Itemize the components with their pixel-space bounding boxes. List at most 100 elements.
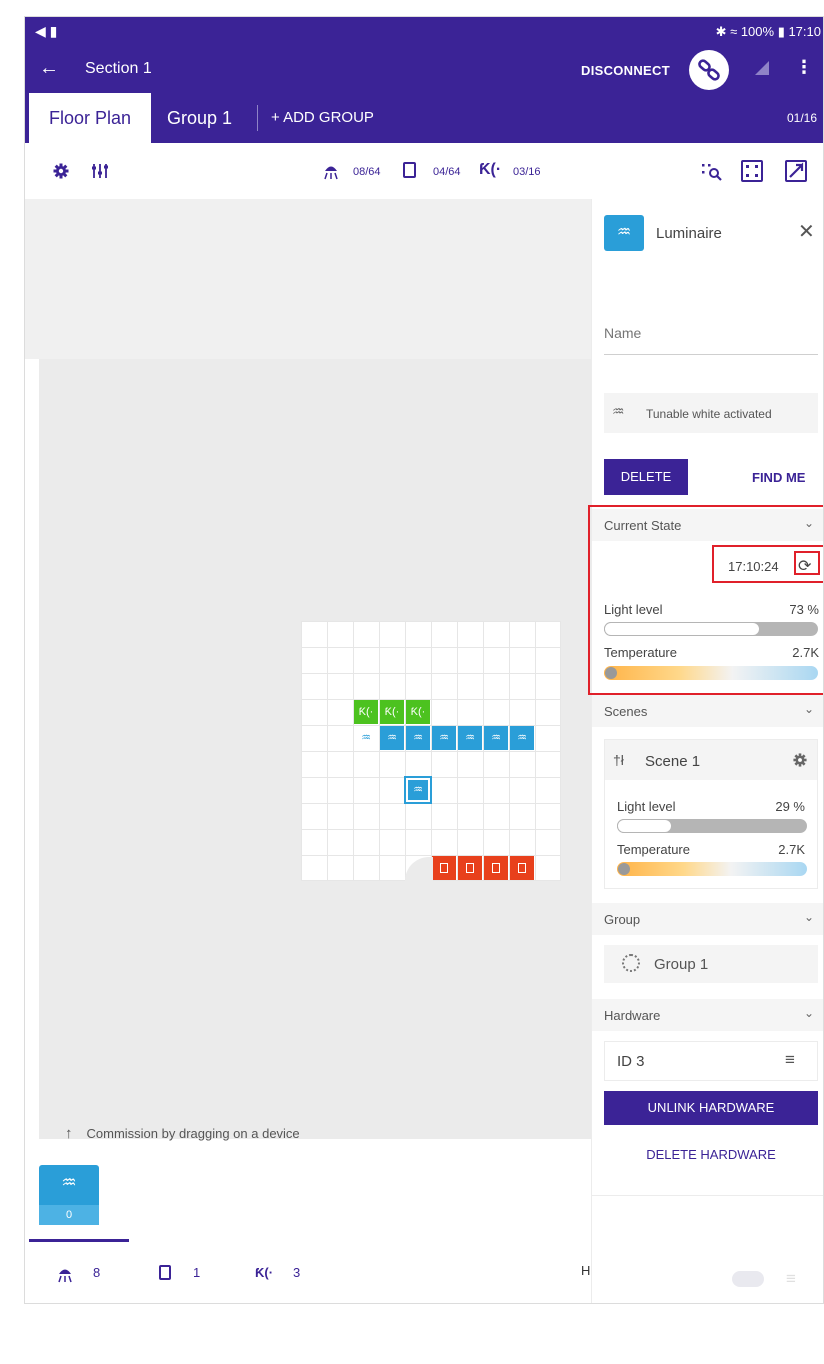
scene-temperature-slider[interactable]: [617, 862, 807, 876]
sensor-total: 3: [293, 1265, 301, 1280]
hardware-header[interactable]: Hardware ⌄: [592, 999, 823, 1031]
panel-title: Luminaire: [656, 225, 722, 242]
current-state-highlight: [588, 505, 823, 695]
more-menu-icon[interactable]: ⋮: [795, 57, 813, 78]
switch-icon: [403, 162, 416, 178]
status-left-icons: ◀ ▮: [35, 23, 58, 39]
luminaire-total: 8: [93, 1265, 101, 1280]
sensor-device-3[interactable]: Ƙ(·: [406, 700, 430, 724]
luminaire-icon[interactable]: [55, 1265, 75, 1283]
canvas-top-area: [25, 199, 591, 359]
luminaire-device-selected[interactable]: ♒: [404, 776, 432, 804]
tab-divider: [257, 105, 258, 131]
canvas-corner-curve: [405, 857, 433, 881]
switch-icon[interactable]: [159, 1265, 171, 1280]
luminaire-badge-icon: ♒: [604, 215, 644, 251]
luminaire-device-1[interactable]: ♒: [380, 726, 404, 750]
group-name: Group 1: [654, 956, 709, 973]
hidden-list-icon[interactable]: ≡: [786, 1269, 796, 1289]
settings-gear-icon[interactable]: [53, 163, 69, 179]
bottom-tab-indicator: [29, 1239, 129, 1242]
luminaire-detail-panel: ♒ Luminaire ✕ ♒ Tunable white activated …: [588, 199, 823, 1303]
scenes-header[interactable]: Scenes ⌄: [592, 695, 823, 727]
scenes-title: Scenes: [604, 704, 648, 719]
floor-toolbar: 08/64 04/64 Ƙ(· 03/16: [25, 143, 823, 199]
group-counter: 01/16: [786, 111, 817, 125]
luminaire-device-6[interactable]: ♒: [510, 726, 534, 750]
scene-card[interactable]: †ł Scene 1 Light level 29 % Temperature …: [604, 739, 818, 889]
scene-light-level-slider[interactable]: [617, 819, 807, 833]
commission-hint: ↑ Commission by dragging on a device: [65, 1125, 300, 1142]
close-icon[interactable]: ✕: [798, 219, 815, 244]
sliders-icon: †ł: [613, 752, 624, 768]
find-me-button[interactable]: FIND ME: [752, 470, 805, 485]
unlink-hardware-button[interactable]: UNLINK HARDWARE: [604, 1091, 818, 1125]
sensor-device-2[interactable]: Ƙ(·: [380, 700, 404, 724]
delete-hardware-button[interactable]: DELETE HARDWARE: [604, 1147, 818, 1162]
search-devices-icon[interactable]: [701, 161, 723, 181]
switch-device-4[interactable]: [510, 856, 534, 880]
status-right-info: ✱ ≈ 100% ▮ 17:10: [715, 24, 821, 39]
disconnect-button[interactable]: DISCONNECT: [581, 63, 670, 78]
arrow-up-icon: ↑: [65, 1125, 73, 1142]
chevron-down-icon: ⌄: [803, 702, 814, 716]
sensor-icon: Ƙ(·: [479, 161, 502, 178]
tab-group-1[interactable]: Group 1: [167, 93, 232, 143]
scene-light-level-label: Light level: [617, 799, 676, 814]
panel-divider: [592, 1195, 823, 1196]
unassigned-count: 0: [39, 1205, 99, 1225]
sensor-icon[interactable]: Ƙ(·: [255, 1265, 273, 1280]
signal-icon: [755, 61, 769, 75]
floor-plan-grid[interactable]: Ƙ(· Ƙ(· Ƙ(· ♒ ♒ ♒ ♒ ♒ ♒ ♒ ♒: [301, 621, 561, 881]
luminaire-device-4[interactable]: ♒: [458, 726, 482, 750]
list-menu-icon[interactable]: ≡: [785, 1050, 795, 1070]
scene-name: Scene 1: [645, 753, 701, 770]
hidden-label: H: [581, 1263, 591, 1278]
switch-device-2[interactable]: [458, 856, 482, 880]
back-arrow-icon[interactable]: ←: [39, 57, 59, 80]
tunable-white-row: ♒ Tunable white activated: [604, 393, 818, 433]
sensor-count: 03/16: [513, 166, 541, 178]
scene-temperature-knob[interactable]: [618, 863, 630, 875]
chevron-down-icon: ⌄: [803, 1006, 814, 1020]
hidden-toggle[interactable]: [732, 1271, 764, 1287]
scene-temperature-label: Temperature: [617, 842, 690, 857]
group-row[interactable]: Group 1: [604, 945, 818, 983]
luminaire-device-2[interactable]: ♒: [406, 726, 430, 750]
group-header[interactable]: Group ⌄: [592, 903, 823, 935]
tab-floor-plan[interactable]: Floor Plan: [29, 93, 151, 143]
bottom-bar: 8 1 Ƙ(· 3: [25, 1239, 591, 1303]
switch-device-1[interactable]: [432, 856, 456, 880]
luminaire-device-3[interactable]: ♒: [432, 726, 456, 750]
name-field[interactable]: [604, 319, 818, 355]
add-group-button[interactable]: + ADD GROUP: [271, 93, 374, 143]
app-bar: ← Section 1 DISCONNECT ⋮: [25, 47, 823, 93]
commission-hint-text: Commission by dragging on a device: [86, 1126, 300, 1141]
switch-total: 1: [193, 1265, 201, 1280]
page-title: Section 1: [85, 60, 152, 77]
switch-count: 04/64: [433, 166, 461, 178]
expand-icon[interactable]: [785, 160, 807, 182]
luminaire-count: 08/64: [353, 166, 381, 178]
switch-device-3[interactable]: [484, 856, 508, 880]
delete-button[interactable]: DELETE: [604, 459, 688, 495]
name-input[interactable]: [604, 319, 804, 341]
group-icon: [622, 954, 640, 972]
grid-select-icon[interactable]: [741, 160, 763, 182]
sensor-device-1[interactable]: Ƙ(·: [354, 700, 378, 724]
chevron-down-icon: ⌄: [803, 910, 814, 924]
unassigned-luminaire-card[interactable]: ♒ 0: [39, 1165, 99, 1225]
scene-light-level-fill: [617, 819, 673, 833]
group-title: Group: [604, 912, 641, 927]
tunable-white-icon: ♒: [612, 403, 625, 419]
status-bar: ◀ ▮ ✱ ≈ 100% ▮ 17:10: [25, 17, 823, 47]
hardware-id-row: ID 3 ≡: [604, 1041, 818, 1081]
luminaire-device-5[interactable]: ♒: [484, 726, 508, 750]
scene-settings-gear-icon[interactable]: [793, 753, 807, 767]
sliders-icon[interactable]: [91, 162, 109, 180]
scene-temperature-value: 2.7K: [778, 842, 805, 857]
scene-light-level-value: 29 %: [775, 799, 805, 814]
luminaire-device-unlinked[interactable]: ♒: [354, 726, 378, 750]
link-icon[interactable]: [689, 50, 729, 90]
luminaire-icon: [324, 166, 338, 180]
